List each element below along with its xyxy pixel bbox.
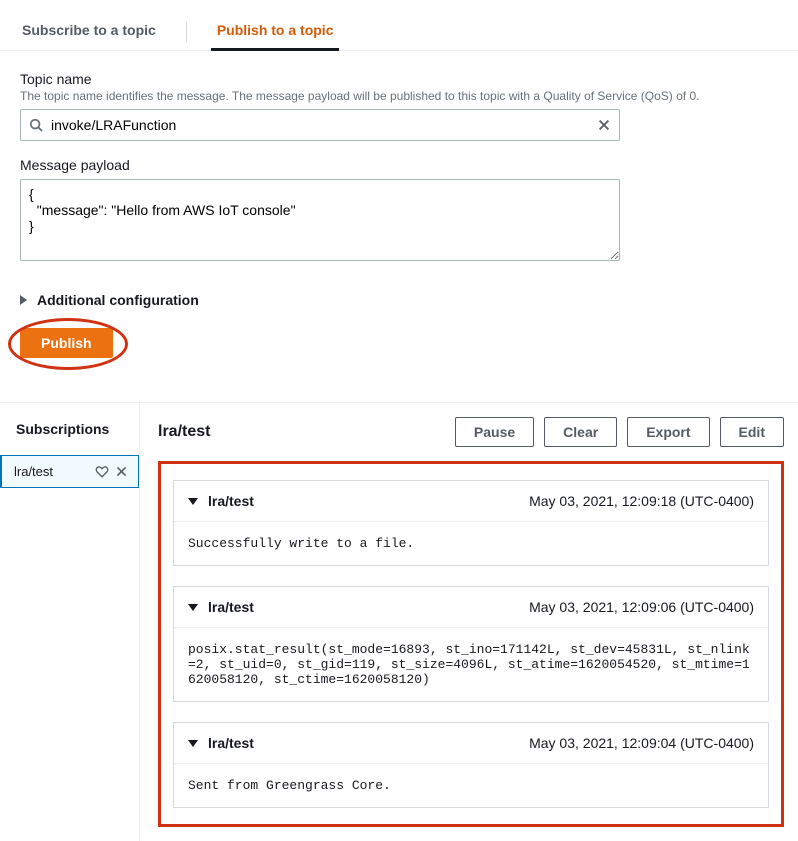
additional-configuration-label: Additional configuration xyxy=(37,292,199,308)
tab-divider xyxy=(186,22,187,42)
subscription-item-label: lra/test xyxy=(14,464,95,479)
tab-subscribe[interactable]: Subscribe to a topic xyxy=(20,12,158,50)
message-card: lra/test May 03, 2021, 12:09:06 (UTC-040… xyxy=(173,586,769,702)
tabs: Subscribe to a topic Publish to a topic xyxy=(0,0,798,51)
results-topic-heading: lra/test xyxy=(158,423,210,441)
message-header[interactable]: lra/test May 03, 2021, 12:09:06 (UTC-040… xyxy=(174,587,768,628)
export-button[interactable]: Export xyxy=(627,417,709,447)
message-topic: lra/test xyxy=(208,599,254,615)
message-card: lra/test May 03, 2021, 12:09:04 (UTC-040… xyxy=(173,722,769,808)
message-timestamp: May 03, 2021, 12:09:18 (UTC-0400) xyxy=(529,493,754,509)
subscriptions-sidebar: Subscriptions lra/test xyxy=(0,403,140,841)
message-card: lra/test May 03, 2021, 12:09:18 (UTC-040… xyxy=(173,480,769,566)
caret-down-icon xyxy=(188,604,198,611)
payload-textarea[interactable] xyxy=(20,179,620,261)
close-icon[interactable] xyxy=(115,465,128,478)
clear-button[interactable]: Clear xyxy=(544,417,617,447)
payload-label: Message payload xyxy=(20,157,778,173)
caret-down-icon xyxy=(188,498,198,505)
publish-form: Topic name The topic name identifies the… xyxy=(0,51,798,378)
messages-container: lra/test May 03, 2021, 12:09:18 (UTC-040… xyxy=(158,461,784,827)
publish-button[interactable]: Publish xyxy=(20,328,113,358)
caret-down-icon xyxy=(188,740,198,747)
message-timestamp: May 03, 2021, 12:09:04 (UTC-0400) xyxy=(529,735,754,751)
favorite-icon[interactable] xyxy=(95,465,109,479)
results-panel: lra/test Pause Clear Export Edit lra/tes… xyxy=(140,403,798,841)
topic-name-input[interactable] xyxy=(51,110,589,140)
message-topic: lra/test xyxy=(208,735,254,751)
payload-field: Message payload xyxy=(20,157,778,264)
message-header[interactable]: lra/test May 03, 2021, 12:09:04 (UTC-040… xyxy=(174,723,768,764)
message-body: Sent from Greengrass Core. xyxy=(174,764,768,807)
message-timestamp: May 03, 2021, 12:09:06 (UTC-0400) xyxy=(529,599,754,615)
additional-configuration-expander[interactable]: Additional configuration xyxy=(20,292,778,308)
results-header: lra/test Pause Clear Export Edit xyxy=(158,417,784,447)
message-body: posix.stat_result(st_mode=16893, st_ino=… xyxy=(174,628,768,701)
edit-button[interactable]: Edit xyxy=(720,417,784,447)
search-icon xyxy=(21,118,51,132)
topic-name-input-wrap xyxy=(20,109,620,141)
subscriptions-layout: Subscriptions lra/test lra/test xyxy=(0,403,798,841)
subscriptions-heading: Subscriptions xyxy=(0,403,139,455)
topic-name-description: The topic name identifies the message. T… xyxy=(20,89,778,103)
pause-button[interactable]: Pause xyxy=(455,417,534,447)
results-actions: Pause Clear Export Edit xyxy=(455,417,784,447)
topic-name-label: Topic name xyxy=(20,71,778,87)
caret-right-icon xyxy=(20,295,27,305)
message-header[interactable]: lra/test May 03, 2021, 12:09:18 (UTC-040… xyxy=(174,481,768,522)
clear-input-icon[interactable] xyxy=(589,118,619,132)
subscription-item[interactable]: lra/test xyxy=(0,455,139,488)
message-topic: lra/test xyxy=(208,493,254,509)
tab-publish[interactable]: Publish to a topic xyxy=(215,12,336,50)
message-body: Successfully write to a file. xyxy=(174,522,768,565)
